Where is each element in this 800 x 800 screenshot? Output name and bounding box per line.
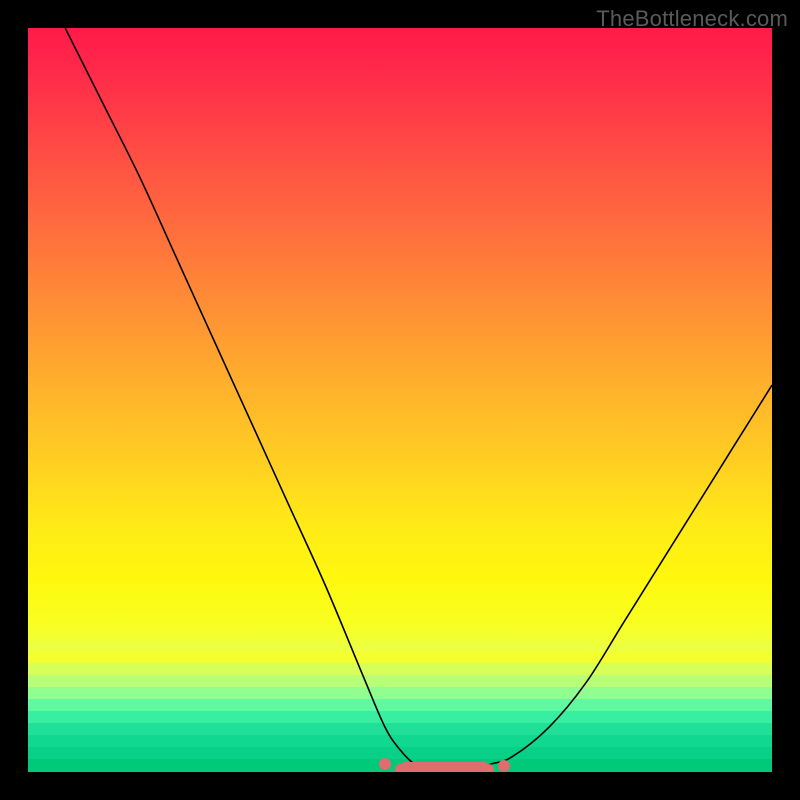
flat-marker-dot bbox=[498, 760, 510, 772]
watermark-text: TheBottleneck.com bbox=[596, 6, 788, 32]
flat-region-bar bbox=[400, 762, 489, 772]
chart-frame: TheBottleneck.com bbox=[0, 0, 800, 800]
plot-area bbox=[28, 28, 772, 772]
flat-region-markers bbox=[28, 28, 772, 772]
flat-marker-dot bbox=[379, 758, 391, 770]
